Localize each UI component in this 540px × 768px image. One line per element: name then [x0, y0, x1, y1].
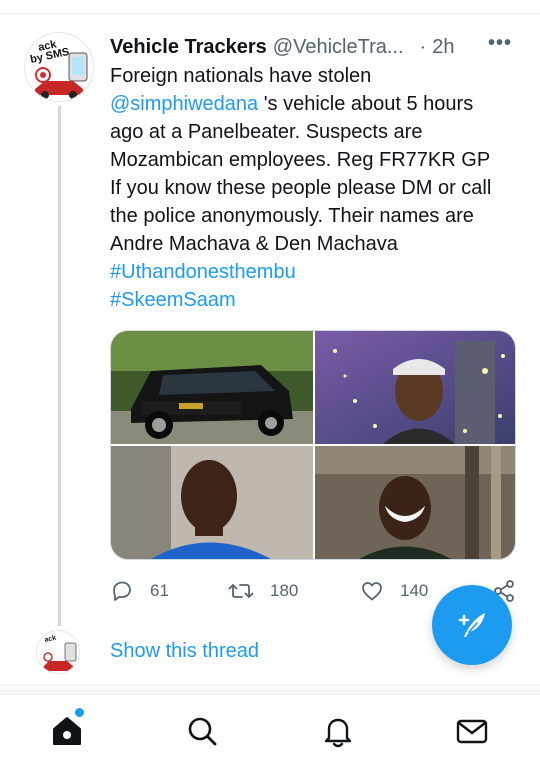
show-thread-link[interactable]: Show this thread: [110, 640, 259, 663]
photo-man-selfie-3[interactable]: [315, 446, 515, 559]
tweet-header: Vehicle Trackers @VehicleTra... · 2h •••: [110, 32, 530, 62]
tweet-text-line: Mozambican employees. Reg FR77KR GP: [110, 149, 491, 171]
home-icon: [53, 717, 81, 745]
home-notification-dot: [75, 708, 84, 717]
nav-messages[interactable]: [454, 713, 490, 749]
separator-dot: ·: [419, 35, 427, 58]
reply-action[interactable]: 61: [110, 578, 169, 604]
like-action[interactable]: 140: [360, 578, 428, 604]
thread-line: [58, 106, 61, 626]
mail-icon: [456, 719, 488, 744]
tweet-text-fragment: 's vehicle about 5 hours: [258, 93, 474, 115]
small-avatar[interactable]: ack: [36, 630, 80, 674]
avatar[interactable]: ack by SMS: [24, 32, 94, 102]
top-divider: [0, 0, 540, 14]
search-icon: [188, 717, 217, 746]
tweet-text-line: If you know these people please DM or ca…: [110, 177, 492, 199]
tweet-text: Foreign nationals have stolen @simphiwed…: [110, 62, 520, 314]
retweet-icon: [228, 584, 254, 598]
nav-home[interactable]: [49, 713, 85, 749]
hashtag-link[interactable]: #Uthandonesthembu: [110, 258, 520, 286]
like-count: 140: [400, 581, 429, 600]
timestamp[interactable]: 2h: [432, 36, 454, 59]
hashtag-link[interactable]: #SkeemSaam: [110, 286, 520, 314]
handle[interactable]: @VehicleTra...: [273, 36, 404, 59]
media-grid: [110, 330, 516, 560]
display-name[interactable]: Vehicle Trackers: [110, 36, 267, 59]
tweet-text-line: Foreign nationals have stolen: [110, 65, 372, 87]
reply-count: 61: [150, 581, 169, 600]
compose-tweet-button[interactable]: [432, 585, 512, 665]
photo-man-selfie-2[interactable]: [111, 446, 313, 559]
mention-link[interactable]: @simphiwedana: [110, 93, 258, 115]
heart-icon: [362, 582, 382, 601]
photo-black-suv[interactable]: [111, 331, 313, 444]
more-options-icon[interactable]: •••: [488, 32, 512, 55]
photo-man-selfie-1[interactable]: [315, 331, 515, 444]
nav-search[interactable]: [184, 713, 220, 749]
compose-feather-icon: [458, 613, 485, 637]
tweet-text-line: ago at a Panelbeater. Suspects are: [110, 121, 423, 143]
bell-icon: [324, 718, 352, 748]
tweet-text-line: Andre Machava & Den Machava: [110, 233, 398, 255]
tweet-text-line: the police anonymously. Their names are: [110, 205, 474, 227]
reply-icon: [113, 581, 131, 601]
bottom-navigation: [0, 694, 540, 768]
tweet-text-line: @simphiwedana 's vehicle about 5 hours: [110, 90, 520, 118]
nav-notifications[interactable]: [320, 713, 356, 749]
retweet-count: 180: [270, 581, 299, 600]
section-separator: [0, 684, 540, 694]
retweet-action[interactable]: 180: [228, 578, 298, 604]
